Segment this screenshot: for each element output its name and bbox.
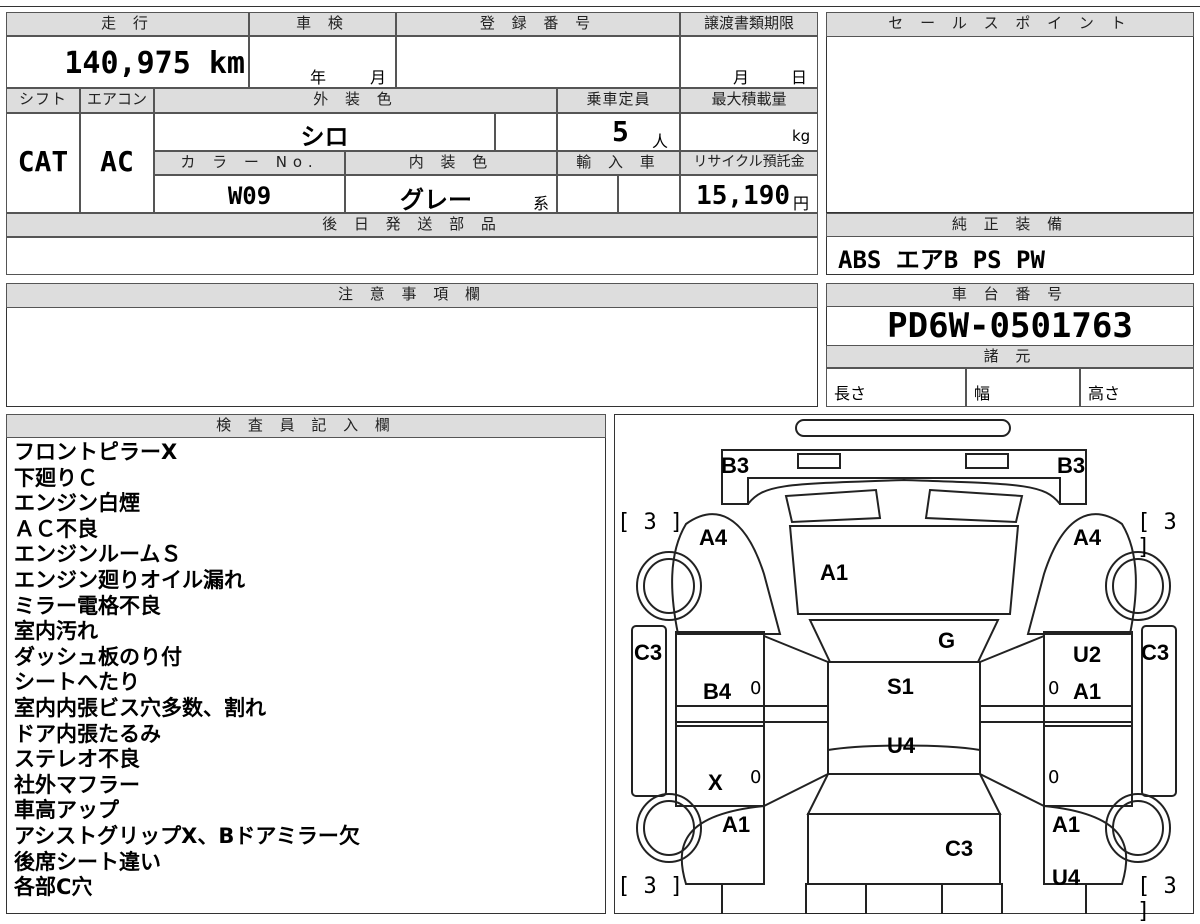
mark-right-front-door: 0: [1048, 678, 1060, 699]
import-cell-1: [557, 175, 618, 213]
interior-color-header: 内 装 色: [345, 151, 557, 175]
label-roof-rear: U4: [887, 733, 916, 758]
sales-point-box: [826, 12, 1194, 213]
later-parts-cell: [6, 237, 818, 275]
later-parts-header: 後 日 発 送 部 品: [6, 213, 818, 237]
mark-left-rear-door: 0: [750, 767, 762, 788]
inspector-note: エンジンルームＳ: [14, 542, 182, 567]
inspector-note: 社外マフラー: [14, 772, 140, 797]
inspector-note: ドア内張たるみ: [14, 721, 161, 746]
label-left-rear-quarter: A1: [722, 812, 751, 837]
recycle-header: リサイクル預託金: [680, 151, 818, 175]
length-label: 長さ: [834, 384, 867, 403]
color-no-header: カ ラ ー No.: [154, 151, 345, 175]
inspector-note: 各部C穴: [14, 875, 93, 900]
label-right-rocker: C3: [1141, 640, 1170, 665]
mark-right-rear-door: 0: [1048, 767, 1060, 788]
inspector-note: ダッシュ板のり付: [14, 644, 182, 669]
shift-header: シフト: [6, 88, 80, 113]
tire-rear-left: [ 3 ]: [617, 874, 684, 899]
transfer-day: 日: [791, 68, 808, 87]
aircon-value: AC: [100, 145, 134, 178]
interior-color-value: グレー: [400, 186, 472, 214]
mileage-value: 140,975 km: [64, 46, 245, 81]
genuine-equipment-value: ABS エアB PS PW: [838, 246, 1045, 274]
color-no-value: W09: [227, 182, 272, 210]
inspector-note: 室内内張ビス穴多数、割れ: [14, 695, 266, 720]
label-left-rear-door: X: [708, 770, 723, 795]
specs-header: 諸 元: [826, 345, 1194, 368]
inspector-note: アシストグリップX、Bドアミラー欠: [14, 823, 360, 848]
inspector-notes-list: フロントピラーX 下廻りＣ エンジン白煙 ＡＣ不良 エンジンルームＳ エンジン廻りオイル漏…: [14, 440, 604, 901]
genuine-equipment-header: 純 正 装 備: [826, 213, 1194, 237]
import-cell-2: [618, 175, 680, 213]
capacity-value: 5: [612, 115, 629, 148]
mark-left-front-door: 0: [750, 678, 762, 699]
shift-value: CAT: [17, 145, 69, 178]
exterior-color-extra-cell: [495, 113, 557, 151]
tire-front-right: [ 3 ]: [1137, 510, 1177, 560]
inspection-header: 車 検: [249, 12, 396, 36]
label-hood: A1: [820, 560, 849, 585]
inspection-month: 月: [370, 68, 387, 87]
interior-color-suffix: 系: [533, 194, 550, 213]
recycle-value: 15,190: [696, 181, 790, 211]
label-left-rocker: C3: [634, 640, 663, 665]
chassis-number-header: 車 台 番 号: [826, 283, 1194, 307]
sales-point-header: セ ー ル ス ポ イ ン ト: [826, 12, 1194, 37]
inspector-note: ステレオ不良: [14, 747, 140, 772]
top-cutoff-strip: [0, 0, 1200, 7]
capacity-header: 乗車定員: [557, 88, 680, 113]
inspector-note: 後席シート違い: [14, 849, 161, 874]
width-label: 幅: [974, 384, 991, 403]
recycle-unit: 円: [793, 194, 810, 213]
registration-cell: [396, 36, 680, 88]
inspection-year: 年: [310, 68, 327, 87]
mileage-header: 走 行: [6, 12, 249, 36]
transfer-month: 月: [733, 68, 750, 87]
max-load-unit: kg: [792, 127, 811, 145]
label-front-left-bumper: B3: [721, 453, 750, 478]
exterior-color-header: 外 装 色: [154, 88, 557, 113]
label-rear-panel: C3: [945, 836, 974, 861]
inspector-note: ＡＣ不良: [14, 516, 98, 541]
label-windshield: G: [938, 628, 956, 653]
inspector-note: ミラー電格不良: [14, 593, 161, 618]
max-load-header: 最大積載量: [680, 88, 818, 113]
height-label: 高さ: [1088, 384, 1121, 403]
caution-header: 注 意 事 項 欄: [6, 283, 818, 308]
tire-rear-right: [ 3 ]: [1137, 874, 1177, 924]
chassis-number-value: PD6W-0501763: [887, 306, 1133, 346]
inspector-note: シートへたり: [14, 670, 140, 695]
inspector-note: 車高アップ: [14, 798, 119, 823]
inspector-note: エンジン廻りオイル漏れ: [14, 567, 245, 592]
car-outline-diagram: [631, 419, 1177, 914]
inspector-note: フロントピラーX: [14, 440, 178, 464]
inspector-note: エンジン白煙: [14, 491, 140, 516]
label-right-rear-bumper: U4: [1052, 865, 1081, 890]
capacity-unit: 人: [652, 132, 669, 151]
exterior-color-value: シロ: [300, 123, 349, 151]
import-header: 輸 入 車: [557, 151, 680, 175]
label-right-front-door-1: U2: [1073, 642, 1102, 667]
inspector-header: 検 査 員 記 入 欄: [6, 414, 606, 438]
aircon-header: エアコン: [80, 88, 154, 113]
inspector-note: 下廻りＣ: [14, 465, 98, 490]
tire-front-left: [ 3 ]: [617, 510, 684, 535]
label-left-fender: A4: [699, 525, 728, 550]
label-roof: S1: [887, 674, 914, 699]
label-right-rear-quarter: A1: [1052, 812, 1081, 837]
label-left-front-door: B4: [703, 679, 732, 704]
registration-header: 登 録 番 号: [396, 12, 680, 36]
transfer-deadline-header: 譲渡書類期限: [680, 12, 818, 36]
label-right-front-door-2: A1: [1073, 679, 1102, 704]
label-right-fender: A4: [1073, 525, 1102, 550]
label-front-right-bumper: B3: [1057, 453, 1086, 478]
inspector-note: 室内汚れ: [14, 619, 98, 644]
